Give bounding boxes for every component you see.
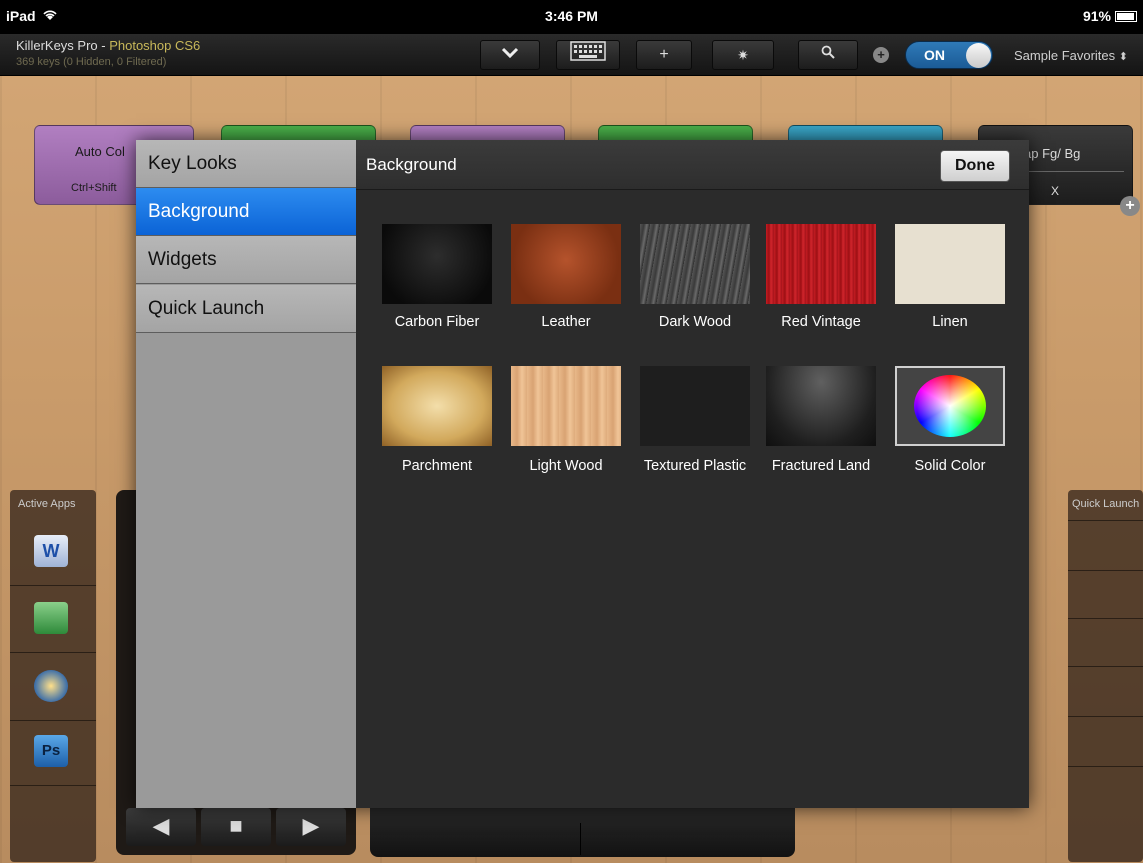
background-label: Red Vintage <box>781 314 861 330</box>
background-label: Leather <box>541 314 591 330</box>
background-thumb-red-vintage[interactable] <box>766 224 876 304</box>
search-button[interactable] <box>798 40 858 70</box>
background-label: Linen <box>932 314 968 330</box>
divider <box>1068 570 1143 571</box>
quick-launch-panel: Quick Launch <box>1068 490 1143 862</box>
status-right: 91% <box>1083 8 1137 24</box>
stop-button[interactable]: ■ <box>201 808 271 846</box>
app-icon-green[interactable] <box>34 602 68 634</box>
divider <box>580 823 581 855</box>
divider <box>1068 618 1143 619</box>
background-label: Textured Plastic <box>643 458 747 474</box>
next-button[interactable]: ▶ <box>276 808 346 846</box>
favorites-label: Sample Favorites <box>1014 48 1116 63</box>
menu-item-background[interactable]: Background <box>136 188 356 236</box>
background-thumb-dark-wood[interactable] <box>640 224 750 304</box>
divider <box>10 652 96 653</box>
toggle-knob <box>966 43 991 68</box>
background-label: Carbon Fiber <box>394 314 480 330</box>
menu-item-key-looks[interactable]: Key Looks <box>136 140 356 188</box>
app-target: Photoshop CS6 <box>109 38 201 53</box>
background-thumb-textured-plastic[interactable] <box>640 366 750 446</box>
page-title: Background <box>366 155 457 174</box>
updown-chevron-icon: ⬍ <box>1118 51 1128 63</box>
divider <box>1068 766 1143 767</box>
divider <box>10 785 96 786</box>
key-label: Auto Col <box>75 144 125 159</box>
battery-percent: 91% <box>1082 8 1111 24</box>
background-thumb-parchment[interactable] <box>382 366 492 446</box>
background-content: Background Done Carbon Fiber Leather Dar… <box>356 140 1029 808</box>
add-key-button[interactable]: + <box>636 40 692 70</box>
add-circle-icon[interactable]: + <box>873 47 889 63</box>
active-apps-panel: Active Apps W Ps <box>10 490 96 862</box>
app-icon-circle[interactable] <box>34 670 68 702</box>
plus-icon: + <box>659 46 669 63</box>
photoshop-app-icon[interactable]: Ps <box>34 735 68 767</box>
status-bar: iPad 3:46 PM 91% <box>0 0 1143 34</box>
background-label: Solid Color <box>914 458 986 474</box>
app-name: KillerKeys Pro - <box>16 38 110 53</box>
search-icon <box>821 45 835 63</box>
settings-menu: Key Looks Background Widgets Quick Launc… <box>136 140 356 808</box>
divider <box>1068 716 1143 717</box>
menu-item-quick-launch[interactable]: Quick Launch <box>136 285 356 333</box>
divider <box>1068 520 1143 521</box>
background-thumb-leather[interactable] <box>511 224 621 304</box>
active-apps-title: Active Apps <box>18 498 76 510</box>
divider <box>10 585 96 586</box>
background-label: Dark Wood <box>658 314 732 330</box>
background-thumb-light-wood[interactable] <box>511 366 621 446</box>
key-shortcut: Ctrl+Shift <box>71 182 117 194</box>
background-thumb-carbon-fiber[interactable] <box>382 224 492 304</box>
battery-icon <box>1115 10 1137 22</box>
chevron-down-icon <box>501 46 519 63</box>
word-app-icon[interactable]: W <box>34 535 68 567</box>
favorites-selector[interactable]: Sample Favorites ⬍ <box>1014 48 1128 63</box>
divider <box>1068 666 1143 667</box>
quick-launch-title: Quick Launch <box>1072 498 1140 510</box>
gear-icon: ✷ <box>737 47 749 63</box>
app-toolbar: KillerKeys Pro - Photoshop CS6 369 keys … <box>0 34 1143 76</box>
app-title: KillerKeys Pro - Photoshop CS6 <box>16 38 200 53</box>
key-label: ap Fg/ Bg <box>1024 146 1081 161</box>
key-count: 369 keys (0 Hidden, 0 Filtered) <box>16 56 167 68</box>
keyboard-button[interactable] <box>556 40 620 70</box>
keyboard-icon <box>570 41 606 65</box>
add-page-icon[interactable]: + <box>1120 196 1140 216</box>
collapse-button[interactable] <box>480 40 540 70</box>
background-thumb-solid-color[interactable] <box>895 366 1005 446</box>
menu-item-widgets[interactable]: Widgets <box>136 236 356 284</box>
background-label: Parchment <box>401 458 473 474</box>
color-wheel-icon <box>914 375 986 437</box>
background-thumb-fractured-land[interactable] <box>766 366 876 446</box>
content-header: Background Done <box>356 140 1029 190</box>
key-shortcut: X <box>1051 184 1060 198</box>
status-time: 3:46 PM <box>545 8 598 24</box>
toggle-label: ON <box>924 47 945 63</box>
settings-button[interactable]: ✷ <box>712 40 774 70</box>
background-label: Fractured Land <box>771 458 871 474</box>
background-label: Light Wood <box>529 458 603 474</box>
done-button[interactable]: Done <box>940 150 1010 182</box>
background-thumb-linen[interactable] <box>895 224 1005 304</box>
on-off-toggle[interactable]: ON <box>905 41 993 69</box>
key-divider <box>1019 171 1124 172</box>
divider <box>10 720 96 721</box>
prev-button[interactable]: ◀ <box>126 808 196 846</box>
settings-popover: Key Looks Background Widgets Quick Launc… <box>136 140 1029 808</box>
